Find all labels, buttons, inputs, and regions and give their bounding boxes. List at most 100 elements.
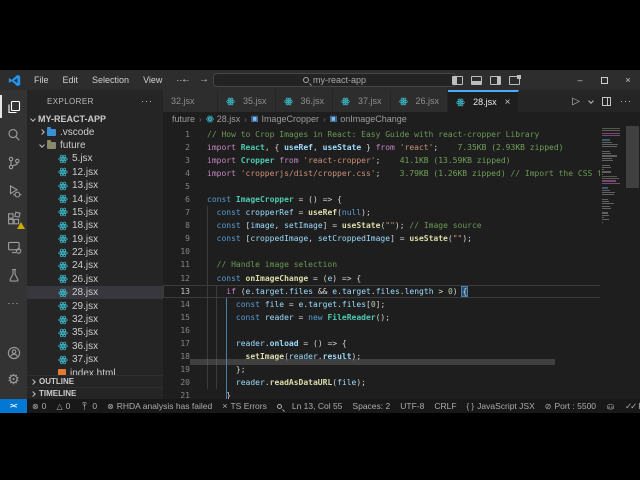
tree-item-.vscode[interactable]: .vscode — [27, 125, 163, 138]
run-button[interactable]: ▷ — [572, 96, 580, 107]
back-button[interactable]: ← — [178, 70, 194, 90]
tree-item-18.jsx[interactable]: 18.jsx — [27, 219, 163, 232]
tab-28.jsx[interactable]: 28.jsx × — [448, 90, 520, 112]
tab-26.jsx[interactable]: 26.jsx — [390, 90, 449, 112]
toggle-panel-icon[interactable] — [471, 75, 482, 85]
language-mode[interactable]: { } JavaScript JSX — [462, 401, 540, 411]
code-line-15[interactable]: 15 const reader = new FileReader(); — [163, 311, 640, 324]
tree-item-36.jsx[interactable]: 36.jsx — [27, 340, 163, 353]
cursor-position[interactable]: Ln 13, Col 55 — [287, 401, 348, 411]
tree-item-12.jsx[interactable]: 12.jsx — [27, 166, 163, 179]
code-line-13[interactable]: 13 if (e.target.files && e.target.files.… — [163, 284, 640, 298]
rhda-status[interactable]: ⊗ RHDA analysis has failed — [102, 401, 217, 411]
code-line-20[interactable]: 20 reader.readAsDataURL(file); — [163, 376, 640, 389]
customize-layout-icon[interactable] — [509, 74, 521, 85]
live-server-port[interactable]: ⊘ Port : 5500 — [540, 401, 601, 411]
maximize-button[interactable] — [592, 70, 616, 90]
tree-item-14.jsx[interactable]: 14.jsx — [27, 192, 163, 205]
code-line-7[interactable]: 7 const cropperRef = useRef(null); — [163, 206, 640, 219]
problems-errors[interactable]: ⊗ 0 — [27, 401, 51, 411]
extensions-icon[interactable] — [5, 210, 25, 229]
tree-item-28.jsx[interactable]: 28.jsx — [27, 286, 163, 300]
editor-more-icon[interactable]: ··· — [620, 96, 632, 106]
menu-file[interactable]: File — [27, 70, 56, 90]
code-line-10[interactable]: 10 — [163, 245, 640, 258]
horizontal-scrollbar[interactable] — [190, 359, 555, 365]
code-line-9[interactable]: 9 const [croppedImage, setCroppedImage] … — [163, 232, 640, 245]
ports[interactable]: 0 — [75, 401, 102, 411]
tree-item-22.jsx[interactable]: 22.jsx — [27, 246, 163, 259]
tree-item-15.jsx[interactable]: 15.jsx — [27, 206, 163, 219]
explorer-more-icon[interactable]: ··· — [141, 96, 153, 106]
menu-view[interactable]: View — [136, 70, 169, 90]
tab-36.jsx[interactable]: 36.jsx — [275, 90, 334, 112]
code-line-11[interactable]: 11 // Handle image selection — [163, 258, 640, 271]
code-line-3[interactable]: 3 import Cropper from 'react-cropper'; 41… — [163, 154, 640, 167]
breadcrumb[interactable]: future › 28.jsx › ▣ ImageCropper › ▣ onImageChan… — [163, 112, 640, 126]
code-line-2[interactable]: 2 import React, { useRef, useState } from… — [163, 141, 640, 154]
tab-35.jsx[interactable]: 35.jsx — [218, 90, 276, 112]
eol[interactable]: CRLF — [429, 401, 461, 411]
command-center-search[interactable]: my-react-app — [213, 73, 456, 87]
code-line-1[interactable]: 1 // How to Crop Images in React: Easy Gu… — [163, 128, 640, 141]
prettier[interactable]: ✓✓Prettier — [620, 401, 640, 412]
code-line-17[interactable]: 17 reader.onload = () => { — [163, 337, 640, 350]
problems-warnings[interactable]: △ 0 — [51, 401, 75, 411]
vertical-scrollbar[interactable] — [626, 126, 639, 188]
breadcrumb-item-28.jsx[interactable]: 28.jsx — [205, 114, 240, 124]
tab-label: 28.jsx — [473, 97, 497, 107]
settings-gear-icon[interactable]: ⚙ — [5, 370, 22, 387]
search-status[interactable] — [272, 403, 287, 409]
breadcrumb-item-onimagechange[interactable]: ▣ onImageChange — [330, 114, 407, 124]
tree-item-24.jsx[interactable]: 24.jsx — [27, 259, 163, 272]
ts-errors[interactable]: × TS Errors — [217, 401, 272, 411]
tree-item-32.jsx[interactable]: 32.jsx — [27, 313, 163, 326]
more-actions-icon[interactable]: ··· — [5, 294, 22, 311]
testing-icon[interactable] — [5, 266, 22, 283]
timeline-section[interactable]: TIMELINE — [27, 387, 163, 399]
menu-edit[interactable]: Edit — [56, 70, 86, 90]
outline-section[interactable]: OUTLINE — [27, 375, 163, 387]
breadcrumb-item-future[interactable]: future — [172, 114, 195, 124]
tree-item-26.jsx[interactable]: 26.jsx — [27, 273, 163, 286]
tree-item-37.jsx[interactable]: 37.jsx — [27, 353, 163, 366]
tree-item-5.jsx[interactable]: 5.jsx — [27, 152, 163, 165]
explorer-icon[interactable] — [0, 95, 22, 118]
forward-button[interactable]: → — [196, 70, 212, 90]
code-line-14[interactable]: 14 const file = e.target.files[0]; — [163, 298, 640, 311]
encoding[interactable]: UTF-8 — [395, 401, 429, 411]
code-line-5[interactable]: 5 — [163, 180, 640, 193]
copilot[interactable] — [601, 402, 620, 411]
run-dropdown-icon[interactable] — [588, 98, 594, 104]
remote-indicator[interactable]: >< — [0, 399, 27, 413]
code-line-8[interactable]: 8 const [image, setImage] = useState("")… — [163, 219, 640, 232]
close-icon[interactable]: × — [505, 97, 511, 108]
search-icon[interactable] — [5, 126, 22, 143]
remote-explorer-icon[interactable] — [5, 238, 22, 255]
tree-item-29.jsx[interactable]: 29.jsx — [27, 299, 163, 312]
indentation[interactable]: Spaces: 2 — [347, 401, 395, 411]
tab-37.jsx[interactable]: 37.jsx — [333, 90, 391, 112]
source-control-icon[interactable] — [5, 154, 22, 171]
breadcrumb-item-imagecropper[interactable]: ▣ ImageCropper — [251, 114, 319, 124]
minimize-button[interactable]: – — [568, 70, 592, 90]
tree-item-35.jsx[interactable]: 35.jsx — [27, 326, 163, 339]
tree-item-13.jsx[interactable]: 13.jsx — [27, 179, 163, 192]
code-line-12[interactable]: 12 const onImageChange = (e) => { — [163, 272, 640, 285]
code-line-4[interactable]: 4 import 'cropperjs/dist/cropper.css'; 3.… — [163, 167, 640, 180]
code-line-6[interactable]: 6 const ImageCropper = () => { — [163, 193, 640, 206]
run-and-debug-icon[interactable] — [5, 182, 22, 199]
tree-item-19.jsx[interactable]: 19.jsx — [27, 233, 163, 246]
code-line-16[interactable]: 16 — [163, 324, 640, 337]
accounts-icon[interactable] — [5, 344, 22, 361]
tree-item-future[interactable]: future — [27, 139, 163, 152]
tree-item-index.html[interactable]: index.html — [27, 366, 163, 375]
toggle-sidebar-icon[interactable] — [452, 75, 463, 85]
menu-selection[interactable]: Selection — [85, 70, 136, 90]
toggle-secondary-sidebar-icon[interactable] — [490, 75, 501, 85]
code-line-21[interactable]: 21 } — [163, 389, 640, 399]
close-button[interactable]: × — [616, 70, 640, 90]
split-editor-icon[interactable] — [602, 96, 611, 106]
tab-32.jsx[interactable]: 32.jsx — [163, 90, 218, 112]
tree-item-my-react-app[interactable]: MY-REACT-APP — [27, 112, 163, 125]
